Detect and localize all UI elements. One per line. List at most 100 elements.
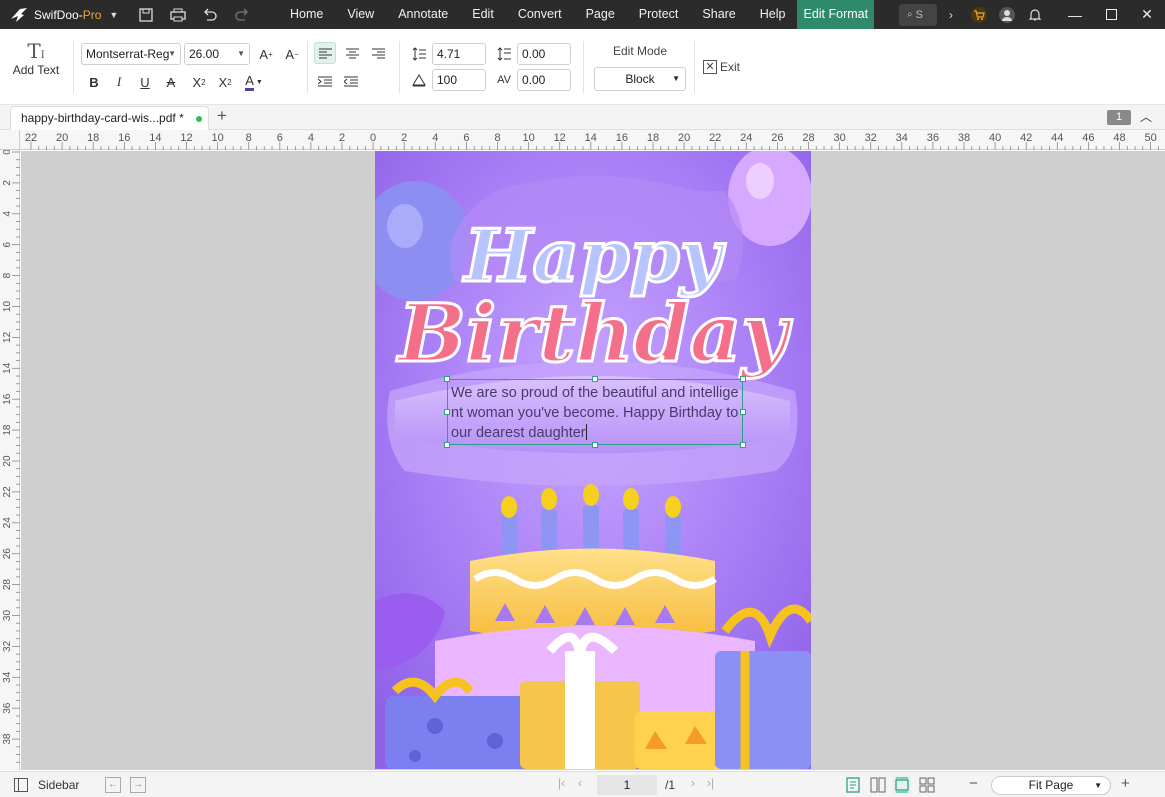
- menu-annotate[interactable]: Annotate: [386, 0, 460, 29]
- undo-icon[interactable]: [194, 0, 226, 29]
- divider: [583, 41, 584, 93]
- chevron-right-icon[interactable]: ›: [937, 0, 965, 29]
- exit-button[interactable]: ✕ Exit: [703, 60, 740, 74]
- decrease-font-icon[interactable]: A −: [281, 43, 303, 65]
- new-tab-icon[interactable]: +: [217, 106, 227, 126]
- ruler-tick-label: 16: [616, 132, 628, 144]
- saved-status-dot: [196, 116, 202, 122]
- align-right-icon[interactable]: [367, 42, 389, 64]
- ruler-tick-label: 16: [118, 132, 130, 144]
- ruler-tick-label: 2: [401, 132, 407, 144]
- chevron-up-icon[interactable]: ︿: [1140, 108, 1152, 125]
- ruler-tick-label: 4: [308, 132, 314, 144]
- paragraph-spacing-input[interactable]: 0.00: [517, 43, 571, 65]
- character-spacing-input[interactable]: 0.00: [517, 69, 571, 91]
- app-menu[interactable]: SwifDoo-Pro ▼: [0, 0, 130, 29]
- ruler-tick-label: 18: [87, 132, 99, 144]
- selected-text-box[interactable]: We are so proud of the beautiful and int…: [444, 376, 746, 448]
- user-avatar-icon[interactable]: [993, 0, 1021, 29]
- close-icon[interactable]: ✕: [1129, 0, 1165, 29]
- font-family-select[interactable]: Montserrat-Reg ▼: [81, 43, 181, 65]
- ruler-tick-label: 44: [1051, 132, 1063, 144]
- indent-decrease-icon[interactable]: [340, 70, 362, 92]
- line-spacing-input[interactable]: 4.71: [432, 43, 486, 65]
- pdf-page[interactable]: Happy Birthday: [375, 151, 811, 769]
- gift-box-right: [715, 651, 811, 769]
- edit-mode-label: Edit Mode: [613, 44, 668, 58]
- bold-icon[interactable]: B: [83, 71, 105, 93]
- font-color-icon[interactable]: A ▼: [240, 71, 268, 93]
- menu-protect[interactable]: Protect: [627, 0, 691, 29]
- subscript-icon[interactable]: X2: [214, 71, 236, 93]
- redo-icon[interactable]: [226, 0, 258, 29]
- ruler-tick-label: 20: [56, 132, 68, 144]
- strikethrough-icon[interactable]: A: [160, 71, 182, 93]
- menu-convert[interactable]: Convert: [506, 0, 574, 29]
- paragraph-spacing-icon: [493, 43, 515, 65]
- ruler-tick-label: 22: [25, 132, 37, 144]
- bell-icon[interactable]: [1021, 0, 1049, 29]
- line-spacing-icon: [408, 43, 430, 65]
- font-size-value: 26.00: [189, 47, 220, 61]
- continuous-view-icon[interactable]: [893, 776, 911, 794]
- align-center-icon[interactable]: [341, 42, 363, 64]
- print-icon[interactable]: [162, 0, 194, 29]
- ruler-tick-label: 36: [927, 132, 939, 144]
- minimize-icon[interactable]: —: [1057, 0, 1093, 29]
- page-number-input[interactable]: 1: [597, 775, 657, 795]
- ruler-tick-label: 12: [554, 132, 566, 144]
- document-canvas[interactable]: Happy Birthday We are so proud of the be…: [21, 151, 1165, 770]
- italic-icon[interactable]: I: [108, 71, 130, 93]
- previous-page-icon[interactable]: ‹: [578, 776, 582, 790]
- menu-share[interactable]: Share: [690, 0, 747, 29]
- ruler-tick-label: 26: [771, 132, 783, 144]
- align-left-icon[interactable]: [314, 42, 336, 64]
- ruler-tick-label: 10: [2, 301, 13, 313]
- search-input[interactable]: ⌕ S: [899, 3, 937, 26]
- zoom-in-icon[interactable]: +: [1121, 775, 1130, 792]
- exit-label: Exit: [720, 60, 741, 74]
- indent-increase-icon[interactable]: [314, 70, 336, 92]
- menu-home[interactable]: Home: [278, 0, 335, 29]
- menu-view[interactable]: View: [335, 0, 386, 29]
- resize-handle[interactable]: [444, 409, 450, 415]
- grid-view-icon[interactable]: [918, 776, 936, 794]
- birthday-card-artwork: Happy Birthday: [375, 151, 811, 769]
- font-size-select[interactable]: 26.00 ▼: [184, 43, 250, 65]
- increase-font-icon[interactable]: A +: [255, 43, 277, 65]
- resize-handle[interactable]: [740, 376, 746, 382]
- zoom-out-icon[interactable]: −: [969, 775, 978, 792]
- edit-mode-select[interactable]: Block ▼: [594, 67, 686, 91]
- menu-edit-format[interactable]: Edit Format: [797, 0, 875, 29]
- cart-icon[interactable]: [965, 0, 993, 29]
- resize-handle[interactable]: [592, 376, 598, 382]
- ruler-tick-label: 32: [2, 640, 13, 652]
- menu-page[interactable]: Page: [574, 0, 627, 29]
- single-page-view-icon[interactable]: [844, 776, 862, 794]
- two-page-view-icon[interactable]: [869, 776, 887, 794]
- document-tab[interactable]: happy-birthday-card-wis...pdf *: [10, 106, 209, 130]
- resize-handle[interactable]: [444, 442, 450, 448]
- text-box-content[interactable]: We are so proud of the beautiful and int…: [451, 383, 743, 443]
- first-page-icon[interactable]: |‹: [558, 776, 565, 790]
- ruler-tick-label: 6: [2, 241, 13, 247]
- superscript-icon[interactable]: X2: [188, 71, 210, 93]
- back-icon[interactable]: ←: [105, 777, 121, 793]
- forward-icon[interactable]: →: [130, 777, 146, 793]
- ruler-tick-label: 6: [463, 132, 469, 144]
- sidebar-toggle[interactable]: Sidebar: [14, 778, 79, 792]
- next-page-icon[interactable]: ›: [691, 776, 695, 790]
- ruler-tick-label: 34: [2, 671, 13, 683]
- underline-icon[interactable]: U: [134, 71, 156, 93]
- last-page-icon[interactable]: ›|: [707, 776, 714, 790]
- ruler-corner: [0, 130, 20, 150]
- menu-edit[interactable]: Edit: [460, 0, 506, 29]
- save-icon[interactable]: [130, 0, 162, 29]
- ruler-tick-label: 18: [647, 132, 659, 144]
- maximize-icon[interactable]: [1093, 0, 1129, 29]
- resize-handle[interactable]: [444, 376, 450, 382]
- scale-input[interactable]: 100: [432, 69, 486, 91]
- menu-help[interactable]: Help: [748, 0, 798, 29]
- zoom-select[interactable]: Fit Page ▼: [991, 776, 1111, 795]
- add-text-button[interactable]: TI Add Text: [10, 39, 62, 77]
